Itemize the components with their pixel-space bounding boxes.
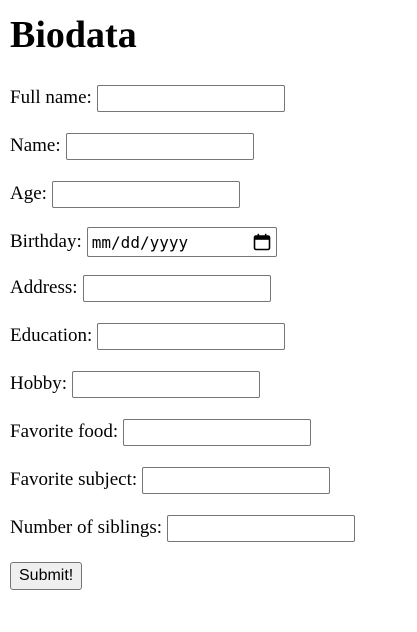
favorite-subject-input[interactable] <box>142 466 331 494</box>
submit-button[interactable]: Submit! <box>10 562 83 590</box>
hobby-label: Hobby: <box>10 373 67 394</box>
age-input[interactable] <box>51 180 240 208</box>
address-label: Address: <box>10 277 78 298</box>
education-input[interactable] <box>97 322 286 350</box>
biodata-form: Full name: Name: Age: Birthday: mm/dd/yy… <box>10 84 417 590</box>
favorite-food-row: Favorite food: <box>10 418 417 446</box>
name-label: Name: <box>10 135 61 156</box>
calendar-icon[interactable] <box>253 233 271 251</box>
favorite-food-label: Favorite food: <box>10 421 119 442</box>
favorite-subject-row: Favorite subject: <box>10 466 417 494</box>
full-name-row: Full name: <box>10 84 417 112</box>
submit-row: Submit! <box>10 562 417 590</box>
age-row: Age: <box>10 180 417 208</box>
birthday-date-input[interactable]: mm/dd/yyyy <box>86 227 277 257</box>
birthday-date-placeholder: mm/dd/yyyy <box>91 232 189 252</box>
page-title: Biodata <box>10 14 137 56</box>
address-input[interactable] <box>82 274 271 302</box>
favorite-food-input[interactable] <box>123 418 312 446</box>
education-label: Education: <box>10 325 93 346</box>
hobby-input[interactable] <box>72 370 260 398</box>
hobby-row: Hobby: <box>10 370 417 398</box>
favorite-subject-label: Favorite subject: <box>10 469 138 490</box>
siblings-input[interactable] <box>167 514 355 542</box>
birthday-row: Birthday: mm/dd/yyyy <box>10 227 417 257</box>
biodata-page: Biodata Full name: Name: Age: Birthday: … <box>0 0 417 590</box>
birthday-label: Birthday: <box>10 231 82 252</box>
full-name-input[interactable] <box>96 84 285 112</box>
name-input[interactable] <box>65 132 254 160</box>
education-row: Education: <box>10 322 417 350</box>
age-label: Age: <box>10 183 47 204</box>
siblings-row: Number of siblings: <box>10 514 417 542</box>
name-row: Name: <box>10 132 417 160</box>
address-row: Address: <box>10 274 417 302</box>
siblings-label: Number of siblings: <box>10 517 162 538</box>
full-name-label: Full name: <box>10 87 92 108</box>
